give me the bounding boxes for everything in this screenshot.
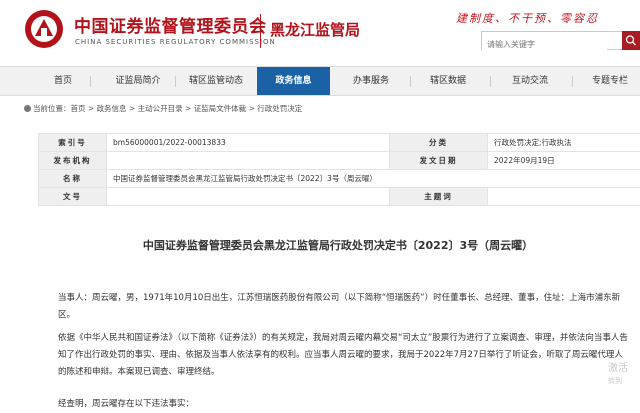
index-label: 索引号: [38, 133, 107, 152]
search-button[interactable]: [622, 31, 640, 50]
breadcrumb-separator: >: [126, 104, 138, 113]
brand-divider: [260, 14, 261, 48]
breadcrumb-item-penalty[interactable]: 行政处罚决定: [257, 104, 302, 113]
search-input[interactable]: [482, 36, 607, 53]
breadcrumb-item-home[interactable]: 首页: [71, 104, 86, 113]
breadcrumb-separator: >: [85, 104, 97, 113]
table-row: 文号 主题词: [38, 187, 640, 206]
slogan: 建制度、不干预、零容忍: [456, 12, 599, 25]
breadcrumb-item-document-types[interactable]: 证监局文件体裁: [194, 104, 247, 113]
nav-item-government-info[interactable]: 政务信息: [257, 67, 330, 95]
subject-label: 主题词: [389, 187, 488, 206]
index-value: bm56000001/2022-00013833: [106, 133, 390, 152]
bureau-name: 黑龙江监管局: [270, 21, 361, 39]
nav-item-interaction[interactable]: 互动交流: [500, 67, 560, 95]
nav-item-home[interactable]: 首页: [38, 67, 88, 95]
nav-item-regulatory-news[interactable]: 辖区监管动态: [180, 67, 252, 95]
nav-item-regional-data[interactable]: 辖区数据: [418, 67, 478, 95]
document-title: 中国证券监督管理委员会黑龙江监管局行政处罚决定书〔2022〕3号（周云曜）: [142, 239, 534, 252]
nav-divider: [490, 76, 491, 87]
subject-value: [487, 187, 640, 206]
document-meta-table: 索引号 bm56000001/2022-00013833 分类 行政处罚决定;行…: [38, 133, 640, 206]
publisher-value: [106, 151, 390, 170]
nav-item-services[interactable]: 办事服务: [338, 67, 404, 95]
date-label: 发文日期: [389, 151, 488, 170]
document-paragraph: 经查明，周云曜存在以下违法事实：: [58, 399, 195, 409]
nav-divider: [90, 76, 91, 87]
watermark-line1: 激活: [608, 363, 628, 374]
nav-divider: [175, 76, 176, 87]
site-header: 中国证券监督管理委员会 CHINA SECURITIES REGULATORY …: [0, 0, 640, 64]
table-row: 发布机构 发文日期 2022年09月19日: [38, 151, 640, 170]
category-label: 分类: [389, 133, 488, 152]
breadcrumb: 当前位置：首页 > 政务信息 > 主动公开目录 > 证监局文件体裁 > 行政处罚…: [24, 103, 302, 114]
nav-item-bureau-intro[interactable]: 证监局简介: [105, 67, 171, 95]
search-icon: [625, 35, 636, 46]
document-paragraph: 依据《中华人民共和国证券法》（以下简称《证券法》）的有关规定，我局对周云曜内幕交…: [58, 333, 628, 377]
csrc-logo[interactable]: [24, 9, 64, 49]
category-value: 行政处罚决定;行政执法: [487, 133, 640, 152]
nav-divider: [572, 76, 573, 87]
docno-value: [106, 187, 390, 206]
breadcrumb-separator: >: [182, 104, 194, 113]
table-row: 名称 中国证券监督管理委员会黑龙江监管局行政处罚决定书〔2022〕3号（周云曜）: [38, 169, 640, 188]
search-box: [481, 31, 640, 53]
name-value: 中国证券监督管理委员会黑龙江监管局行政处罚决定书〔2022〕3号（周云曜）: [106, 169, 640, 188]
publisher-label: 发布机构: [38, 151, 107, 170]
brand-name-en: CHINA SECURITIES REGULATORY COMMISSION: [75, 38, 276, 46]
breadcrumb-separator: >: [246, 104, 258, 113]
document-paragraph: 当事人：周云曜，男，1971年10月10日出生，江苏恒瑞医药股份有限公司（以下简…: [58, 293, 621, 320]
table-row: 索引号 bm56000001/2022-00013833 分类 行政处罚决定;行…: [38, 133, 640, 152]
breadcrumb-item-public-catalog[interactable]: 主动公开目录: [138, 104, 183, 113]
docno-label: 文号: [38, 187, 107, 206]
nav-divider: [410, 76, 411, 87]
brand-name-cn: 中国证券监督管理委员会: [74, 17, 267, 37]
watermark-line2: 转到: [608, 377, 622, 385]
main-nav: 首页 证监局简介 辖区监管动态 政务信息 办事服务 辖区数据 互动交流 专题专栏: [0, 66, 640, 96]
breadcrumb-item-government-info[interactable]: 政务信息: [97, 104, 127, 113]
name-label: 名称: [38, 169, 107, 188]
nav-item-special-topics[interactable]: 专题专栏: [582, 67, 638, 95]
date-value: 2022年09月19日: [487, 151, 640, 170]
location-icon: [24, 105, 31, 112]
breadcrumb-prefix: 当前位置：: [33, 104, 71, 113]
activation-watermark: 激活 转到: [608, 362, 628, 388]
